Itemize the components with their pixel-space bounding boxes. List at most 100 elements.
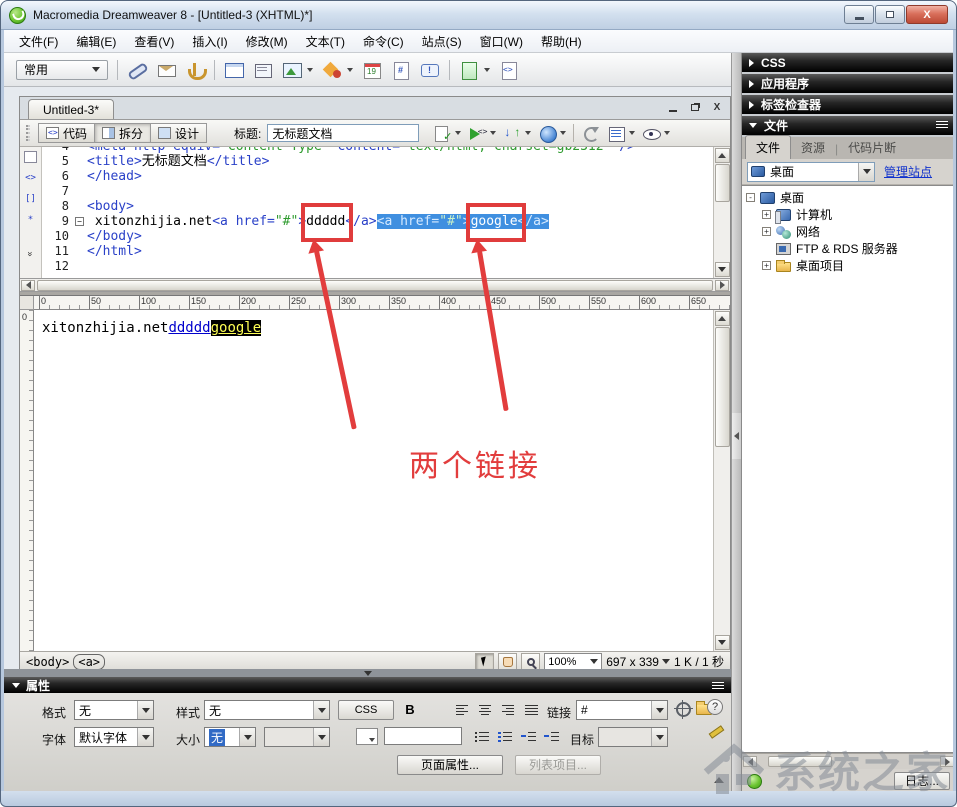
file-management-icon[interactable] — [503, 124, 522, 143]
chevron-down-icon[interactable] — [490, 131, 496, 135]
doc-close-button[interactable]: X — [710, 101, 724, 114]
menu-item[interactable]: 窗口(W) — [471, 30, 532, 53]
menu-item[interactable]: 编辑(E) — [67, 30, 125, 53]
toolbar-gripper[interactable] — [26, 125, 30, 141]
chevron-down-icon[interactable] — [664, 131, 670, 135]
select-tool-button[interactable] — [475, 653, 494, 670]
window-size-select[interactable]: 697 x 339 — [606, 655, 670, 669]
doc-title-input[interactable] — [267, 124, 419, 142]
align-left-icon[interactable] — [454, 703, 471, 717]
font-select[interactable]: 默认字体 — [74, 727, 154, 747]
unordered-list-icon[interactable] — [474, 729, 491, 743]
hyperlink-icon[interactable] — [127, 60, 147, 80]
code-line[interactable]: 6</head> — [42, 169, 713, 184]
tree-item[interactable]: +桌面项目 — [742, 257, 955, 274]
ordered-list-icon[interactable] — [497, 729, 514, 743]
image-icon[interactable] — [282, 60, 302, 80]
site-select[interactable]: 桌面 — [747, 162, 875, 182]
doc-restore-button[interactable] — [688, 101, 702, 114]
panel-header-应用程序[interactable]: 应用程序 — [742, 74, 955, 93]
minimize-button[interactable] — [844, 5, 874, 24]
templates-icon[interactable] — [459, 60, 479, 80]
align-justify-icon[interactable] — [523, 703, 540, 717]
email-link-icon[interactable] — [156, 60, 176, 80]
code-line[interactable]: 9− xitonzhijia.net<a href="#">ddddd</a><… — [42, 214, 713, 229]
scroll-up-icon[interactable] — [715, 311, 730, 326]
properties-expand-icon[interactable] — [714, 777, 724, 783]
scroll-up-icon[interactable] — [715, 148, 730, 163]
menu-item[interactable]: 查看(V) — [125, 30, 183, 53]
view-button-design[interactable]: 设计 — [150, 123, 207, 143]
panel-menu-icon[interactable] — [712, 682, 724, 691]
chevron-down-icon[interactable] — [525, 131, 531, 135]
design-vertical-scrollbar[interactable] — [713, 310, 730, 651]
browser-check-icon[interactable] — [433, 124, 452, 143]
close-button[interactable]: X — [906, 5, 948, 24]
chevron-down-icon[interactable] — [347, 68, 353, 72]
code-line[interactable]: 7 — [42, 184, 713, 199]
code-line[interactable]: 8<body> — [42, 199, 713, 214]
menu-item[interactable]: 文件(F) — [10, 30, 67, 53]
table-icon[interactable] — [224, 60, 244, 80]
italic-button[interactable] — [422, 700, 442, 720]
size-select[interactable]: 无 — [204, 727, 256, 747]
code-line[interactable]: 12 — [42, 259, 713, 274]
text-color-picker[interactable] — [356, 728, 378, 745]
bold-button[interactable]: B — [400, 700, 420, 720]
point-to-file-icon[interactable] — [676, 702, 691, 717]
panel-header-css[interactable]: CSS — [742, 53, 955, 72]
code-view[interactable]: <> [] * » 4<meta http-equiv="Content-Typ… — [20, 147, 730, 279]
style-select[interactable]: 无 — [204, 700, 330, 720]
view-button-code[interactable]: 代码 — [38, 123, 95, 143]
doc-minimize-button[interactable] — [666, 101, 680, 114]
scroll-down-icon[interactable] — [715, 635, 730, 650]
properties-header[interactable]: 属性 — [4, 677, 731, 693]
design-view[interactable]: xitonzhijia.netdddddgoogle — [34, 310, 713, 651]
files-tab-2[interactable]: 代码片断 — [838, 136, 906, 159]
color-hex-input[interactable] — [384, 727, 462, 745]
chevron-down-icon[interactable] — [455, 131, 461, 135]
page-properties-button[interactable]: 页面属性... — [397, 755, 503, 775]
tag-chooser-icon[interactable] — [499, 60, 519, 80]
chevron-down-icon[interactable] — [560, 131, 566, 135]
scroll-left-icon[interactable] — [21, 280, 35, 291]
zoom-level-select[interactable]: 100% — [544, 653, 602, 670]
validate-markup-icon[interactable] — [468, 124, 487, 143]
tagged-document-icon[interactable] — [391, 60, 411, 80]
tree-expander-icon[interactable]: - — [746, 193, 755, 202]
collapse-full-tag-icon[interactable]: <> — [24, 172, 37, 184]
scroll-down-icon[interactable] — [715, 262, 730, 277]
dock-collapse-button[interactable] — [732, 413, 741, 459]
align-right-icon[interactable] — [500, 703, 517, 717]
tree-item[interactable]: +网络 — [742, 223, 955, 240]
menu-item[interactable]: 文本(T) — [297, 30, 354, 53]
indent-icon[interactable] — [543, 729, 560, 743]
visual-aids-icon[interactable] — [642, 124, 661, 143]
tag-selector-body[interactable]: <body> — [26, 655, 69, 669]
scroll-left-icon[interactable] — [743, 756, 757, 767]
css-button[interactable]: CSS — [338, 700, 394, 720]
properties-splitter[interactable] — [4, 669, 731, 677]
chevron-down-icon[interactable] — [629, 131, 635, 135]
panel-header-标签检查器[interactable]: 标签检查器 — [742, 95, 955, 114]
quick-tag-edit-icon[interactable] — [707, 723, 723, 739]
hand-tool-button[interactable] — [498, 653, 517, 670]
code-line[interactable]: 11</html> — [42, 244, 713, 259]
menu-item[interactable]: 帮助(H) — [532, 30, 591, 53]
menu-item[interactable]: 站点(S) — [413, 30, 471, 53]
code-vertical-scrollbar[interactable] — [713, 147, 730, 278]
tree-expander-icon[interactable]: + — [762, 261, 771, 270]
insert-div-icon[interactable] — [253, 60, 273, 80]
collapse-selection-icon[interactable]: [] — [24, 193, 37, 205]
log-button[interactable]: 日志... — [894, 772, 950, 790]
format-select[interactable]: 无 — [74, 700, 154, 720]
zoom-tool-button[interactable] — [521, 653, 540, 670]
code-line[interactable]: 4<meta http-equiv="Content-Type" content… — [42, 147, 713, 154]
tree-item[interactable]: -桌面 — [742, 189, 955, 206]
scrollbar-thumb[interactable] — [715, 327, 730, 447]
date-icon[interactable] — [362, 60, 382, 80]
document-tab[interactable]: Untitled-3* — [28, 99, 114, 119]
dock-splitter[interactable] — [731, 53, 742, 793]
code-line[interactable]: 5<title>无标题文档</title> — [42, 154, 713, 169]
named-anchor-icon[interactable] — [185, 60, 205, 80]
